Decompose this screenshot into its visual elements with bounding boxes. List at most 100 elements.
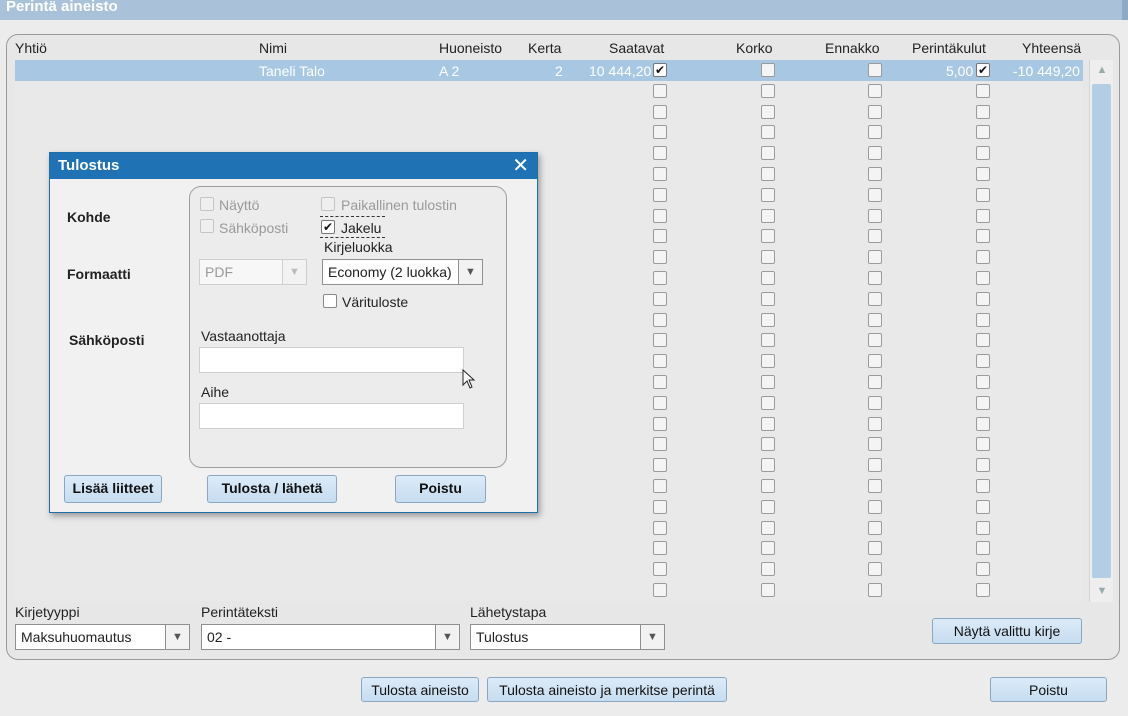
paikallinen-tulostin-checkbox[interactable] bbox=[321, 197, 335, 211]
ennakko-checkbox[interactable] bbox=[868, 271, 882, 285]
close-icon[interactable]: ✕ bbox=[512, 155, 529, 177]
perintakulut-checkbox[interactable] bbox=[976, 146, 990, 160]
ennakko-checkbox[interactable] bbox=[868, 417, 882, 431]
header-perintakulut[interactable]: Perintäkulut bbox=[912, 40, 986, 56]
chevron-down-icon[interactable]: ▼ bbox=[165, 625, 189, 649]
korko-checkbox[interactable] bbox=[761, 105, 775, 119]
korko-checkbox[interactable] bbox=[761, 84, 775, 98]
lahetystapa-select[interactable]: Tulostus ▼ bbox=[470, 624, 665, 650]
ennakko-checkbox[interactable] bbox=[868, 229, 882, 243]
perintakulut-checkbox[interactable] bbox=[976, 105, 990, 119]
dialog-title-bar[interactable]: Tulostus bbox=[50, 153, 537, 179]
saatavat-checkbox[interactable] bbox=[653, 479, 667, 493]
ennakko-checkbox[interactable] bbox=[868, 521, 882, 535]
perintateksti-select[interactable]: 02 - ▼ bbox=[201, 624, 460, 650]
saatavat-checkbox[interactable] bbox=[653, 313, 667, 327]
perintakulut-checkbox[interactable] bbox=[976, 583, 990, 597]
saatavat-checkbox[interactable] bbox=[653, 229, 667, 243]
korko-checkbox[interactable] bbox=[761, 354, 775, 368]
saatavat-checkbox[interactable] bbox=[653, 292, 667, 306]
header-saatavat[interactable]: Saatavat bbox=[609, 40, 664, 56]
exit-button[interactable]: Poistu bbox=[990, 677, 1107, 702]
korko-checkbox[interactable] bbox=[761, 167, 775, 181]
ennakko-checkbox[interactable] bbox=[868, 583, 882, 597]
korko-checkbox[interactable] bbox=[761, 583, 775, 597]
kirjeluokka-select[interactable]: Economy (2 luokka) ▼ bbox=[322, 259, 483, 285]
aihe-field[interactable] bbox=[199, 403, 464, 429]
saatavat-checkbox[interactable] bbox=[653, 583, 667, 597]
ennakko-checkbox[interactable] bbox=[868, 167, 882, 181]
header-ennakko[interactable]: Ennakko bbox=[825, 40, 879, 56]
korko-checkbox[interactable] bbox=[761, 333, 775, 347]
perintakulut-checkbox[interactable] bbox=[976, 437, 990, 451]
perintakulut-checkbox[interactable] bbox=[976, 479, 990, 493]
saatavat-checkbox[interactable] bbox=[653, 396, 667, 410]
saatavat-checkbox[interactable] bbox=[653, 188, 667, 202]
korko-checkbox[interactable] bbox=[761, 271, 775, 285]
ennakko-checkbox[interactable] bbox=[868, 396, 882, 410]
kirjetyyppi-select[interactable]: Maksuhuomautus ▼ bbox=[15, 624, 190, 650]
ennakko-checkbox[interactable] bbox=[868, 250, 882, 264]
ennakko-checkbox[interactable] bbox=[868, 84, 882, 98]
ennakko-checkbox[interactable] bbox=[868, 541, 882, 555]
korko-checkbox[interactable] bbox=[761, 250, 775, 264]
naytto-checkbox[interactable] bbox=[200, 197, 214, 211]
table-row-selected[interactable] bbox=[15, 60, 1083, 81]
scroll-thumb[interactable] bbox=[1092, 84, 1111, 578]
vertical-scrollbar[interactable]: ▲ ▼ bbox=[1089, 60, 1113, 602]
print-material-button[interactable]: Tulosta aineisto bbox=[361, 677, 479, 702]
korko-checkbox[interactable] bbox=[761, 188, 775, 202]
perintakulut-checkbox[interactable] bbox=[976, 250, 990, 264]
varituloste-checkbox[interactable] bbox=[323, 294, 337, 308]
header-yhtio[interactable]: Yhtiö bbox=[15, 40, 47, 56]
perintakulut-checkbox[interactable] bbox=[976, 396, 990, 410]
header-korko[interactable]: Korko bbox=[736, 40, 773, 56]
korko-checkbox[interactable] bbox=[761, 313, 775, 327]
dialog-exit-button[interactable]: Poistu bbox=[395, 475, 486, 503]
saatavat-checkbox[interactable] bbox=[653, 84, 667, 98]
format-select[interactable]: PDF ▼ bbox=[199, 259, 307, 285]
saatavat-checkbox[interactable] bbox=[653, 417, 667, 431]
sahkoposti-checkbox[interactable] bbox=[200, 219, 214, 233]
korko-checkbox[interactable] bbox=[761, 479, 775, 493]
ennakko-checkbox[interactable] bbox=[868, 458, 882, 472]
ennakko-checkbox[interactable] bbox=[868, 292, 882, 306]
ennakko-checkbox[interactable] bbox=[868, 500, 882, 514]
chevron-down-icon[interactable]: ▼ bbox=[640, 625, 664, 649]
saatavat-checkbox[interactable] bbox=[653, 354, 667, 368]
chevron-down-icon[interactable]: ▼ bbox=[435, 625, 459, 649]
korko-checkbox[interactable] bbox=[761, 125, 775, 139]
saatavat-checkbox[interactable] bbox=[653, 500, 667, 514]
saatavat-checkbox[interactable] bbox=[653, 209, 667, 223]
saatavat-checkbox[interactable] bbox=[653, 437, 667, 451]
perintakulut-checkbox[interactable] bbox=[976, 209, 990, 223]
saatavat-checkbox[interactable] bbox=[653, 167, 667, 181]
korko-checkbox[interactable] bbox=[761, 146, 775, 160]
perintakulut-checkbox[interactable] bbox=[976, 458, 990, 472]
jakelu-checkbox[interactable]: ✔ bbox=[321, 220, 335, 234]
korko-checkbox[interactable] bbox=[761, 521, 775, 535]
saatavat-checkbox[interactable] bbox=[653, 541, 667, 555]
perintakulut-checkbox[interactable] bbox=[976, 84, 990, 98]
ennakko-checkbox[interactable] bbox=[868, 437, 882, 451]
perintakulut-checkbox[interactable] bbox=[976, 125, 990, 139]
perintakulut-checkbox[interactable] bbox=[976, 354, 990, 368]
saatavat-checkbox[interactable] bbox=[653, 271, 667, 285]
korko-checkbox[interactable] bbox=[761, 375, 775, 389]
saatavat-checkbox[interactable] bbox=[653, 125, 667, 139]
ennakko-checkbox[interactable] bbox=[868, 188, 882, 202]
perintakulut-checkbox[interactable] bbox=[976, 333, 990, 347]
header-nimi[interactable]: Nimi bbox=[259, 40, 287, 56]
korko-checkbox[interactable] bbox=[761, 417, 775, 431]
korko-checkbox[interactable] bbox=[761, 63, 775, 77]
korko-checkbox[interactable] bbox=[761, 562, 775, 576]
add-attachments-button[interactable]: Lisää liitteet bbox=[64, 475, 162, 503]
vastaanottaja-field[interactable] bbox=[199, 347, 464, 373]
ennakko-checkbox[interactable] bbox=[868, 333, 882, 347]
perintakulut-checkbox[interactable] bbox=[976, 375, 990, 389]
saatavat-checkbox[interactable]: ✔ bbox=[653, 63, 667, 77]
perintakulut-checkbox[interactable] bbox=[976, 541, 990, 555]
korko-checkbox[interactable] bbox=[761, 396, 775, 410]
ennakko-checkbox[interactable] bbox=[868, 562, 882, 576]
perintakulut-checkbox[interactable] bbox=[976, 562, 990, 576]
